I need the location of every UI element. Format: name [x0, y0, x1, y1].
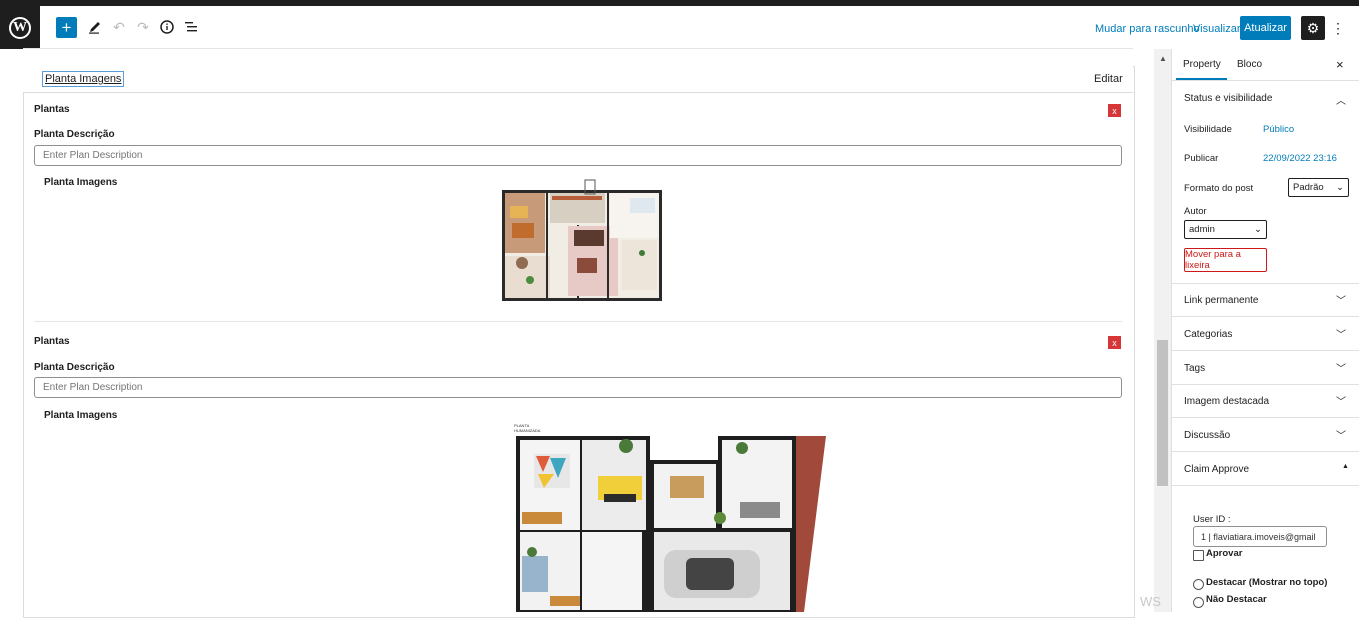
chevron-down-icon[interactable]: ﹀: [1336, 292, 1346, 307]
settings-gear-icon[interactable]: ⚙: [1301, 16, 1325, 40]
list-view-icon[interactable]: [181, 17, 201, 37]
metabox-title[interactable]: Planta Imagens: [42, 71, 125, 87]
post-format-select[interactable]: Padrão ⌄: [1288, 178, 1349, 197]
scrollbar-thumb[interactable]: [1157, 340, 1168, 486]
chevron-down-icon: ⌄: [1336, 182, 1344, 193]
plan-description-input[interactable]: Enter Plan Description: [34, 145, 1122, 166]
close-icon[interactable]: ×: [1336, 57, 1344, 72]
plan-images-label: Planta Imagens: [44, 410, 118, 421]
chevron-down-icon[interactable]: ﹀: [1336, 360, 1346, 375]
tab-block[interactable]: Bloco: [1237, 59, 1262, 70]
divider: [1172, 485, 1359, 486]
chevron-up-icon[interactable]: ︿: [1336, 92, 1346, 107]
divider: [1172, 350, 1359, 351]
wordpress-logo[interactable]: W: [0, 6, 40, 49]
panel-categories[interactable]: Categorias: [1184, 329, 1232, 340]
author-select[interactable]: admin ⌄: [1184, 220, 1267, 239]
panel-discussion[interactable]: Discussão: [1184, 430, 1230, 441]
divider: [1172, 384, 1359, 385]
divider: [34, 321, 1122, 322]
watermark-text: WS: [1140, 594, 1161, 609]
chevron-down-icon[interactable]: ﹀: [1336, 326, 1346, 341]
update-button[interactable]: Atualizar: [1240, 16, 1291, 40]
visibility-label: Visibilidade: [1184, 124, 1232, 135]
divider: [1172, 316, 1359, 317]
author-value: admin: [1189, 224, 1215, 235]
floorplan-image-2[interactable]: [514, 432, 826, 612]
divider: [1172, 451, 1359, 452]
feature-top-label: Destacar (Mostrar no topo): [1206, 577, 1328, 588]
plan-section-label: Plantas: [34, 104, 70, 115]
publish-date-link[interactable]: 22/09/2022 23:16: [1263, 153, 1337, 164]
feature-top-radio[interactable]: [1193, 579, 1204, 590]
more-options-icon[interactable]: ⋮: [1331, 18, 1345, 38]
chevron-down-icon[interactable]: ﹀: [1336, 393, 1346, 408]
undo-icon[interactable]: ↶: [109, 17, 129, 37]
status-visibility-title[interactable]: Status e visibilidade: [1184, 93, 1272, 104]
approve-checkbox[interactable]: [1193, 550, 1204, 561]
no-feature-radio[interactable]: [1193, 597, 1204, 608]
no-feature-label: Não Destacar: [1206, 594, 1267, 605]
visibility-value-link[interactable]: Público: [1263, 124, 1294, 135]
info-icon[interactable]: [157, 17, 177, 37]
edit-pencil-icon[interactable]: [85, 17, 105, 37]
approve-label: Aprovar: [1206, 548, 1243, 559]
divider: [1172, 80, 1359, 81]
add-block-button[interactable]: +: [56, 17, 77, 38]
divider: [1172, 417, 1359, 418]
user-id-input[interactable]: 1 | flaviatiara.imoveis@gmail: [1193, 526, 1327, 547]
floorplan-image-1[interactable]: [502, 178, 662, 301]
claim-approve-title[interactable]: Claim Approve: [1184, 464, 1249, 475]
author-label: Autor: [1184, 206, 1207, 217]
vertical-scrollbar[interactable]: [1154, 49, 1171, 612]
post-format-label: Formato do post: [1184, 183, 1254, 194]
plan-section-label: Plantas: [34, 336, 70, 347]
plan-description-label: Planta Descrição: [34, 129, 115, 140]
publish-label: Publicar: [1184, 153, 1219, 164]
plan-images-label: Planta Imagens: [44, 177, 118, 188]
panel-permalink[interactable]: Link permanente: [1184, 295, 1259, 306]
tab-property[interactable]: Property: [1183, 59, 1221, 70]
move-to-trash-button[interactable]: Mover para a lixeira: [1184, 248, 1267, 272]
user-id-label: User ID :: [1193, 514, 1231, 525]
panel-tags[interactable]: Tags: [1184, 363, 1205, 374]
scroll-up-arrow[interactable]: ▲: [1159, 54, 1167, 63]
plan-description-input[interactable]: Enter Plan Description: [34, 377, 1122, 398]
triangle-up-icon[interactable]: ▲: [1342, 463, 1349, 470]
remove-plan-button[interactable]: x: [1108, 104, 1121, 117]
divider: [23, 48, 1133, 49]
divider: [1172, 283, 1359, 284]
post-format-value: Padrão: [1293, 182, 1324, 193]
metabox-header: [23, 66, 1133, 93]
chevron-down-icon[interactable]: ﹀: [1336, 427, 1346, 442]
chevron-down-icon: ⌄: [1254, 224, 1262, 235]
remove-plan-button[interactable]: x: [1108, 336, 1121, 349]
edit-link[interactable]: Editar: [1094, 73, 1123, 85]
switch-to-draft-link[interactable]: Mudar para rascunho: [1095, 23, 1200, 35]
preview-link[interactable]: Visualizar: [1193, 23, 1241, 35]
plan-description-label: Planta Descrição: [34, 362, 115, 373]
wordpress-icon: W: [9, 16, 31, 39]
redo-icon[interactable]: ↷: [133, 17, 153, 37]
panel-featured-image[interactable]: Imagem destacada: [1184, 396, 1269, 407]
